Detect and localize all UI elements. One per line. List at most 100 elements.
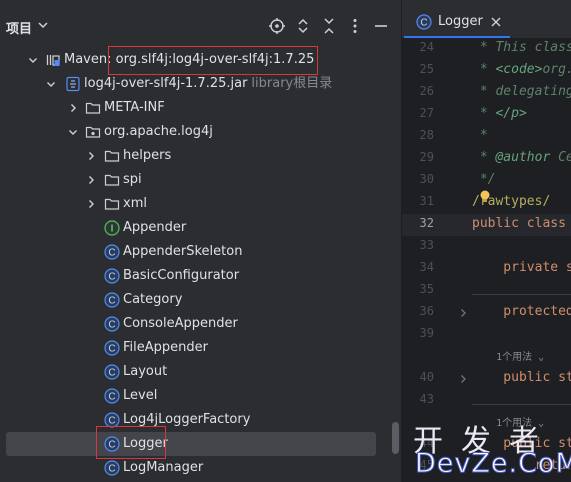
tree-item-label: spi [123, 172, 142, 187]
watermark-bottom: DevZe.CoM [415, 448, 571, 480]
editor-tab-bar: C Logger [402, 0, 571, 38]
code-line[interactable]: 36 protected [402, 302, 571, 324]
method-separator [472, 404, 571, 405]
code-line[interactable]: 28 * [402, 126, 571, 148]
tree-item[interactable]: log4j-over-slf4j-1.7.25.jar library根目录 [0, 72, 394, 96]
code-line[interactable]: 40 public st [402, 368, 571, 390]
svg-text:C: C [108, 296, 115, 307]
line-number: 28 [419, 128, 434, 142]
code-text: * delegating [472, 84, 571, 99]
project-tool-window: 项目 Maven: org.slf4j:log4j-over-slf4j:1.7… [0, 0, 401, 482]
svg-text:C: C [108, 344, 115, 355]
expand-all-icon[interactable] [294, 17, 312, 35]
code-line[interactable]: 26 * delegating [402, 82, 571, 104]
class-icon: C [104, 316, 120, 332]
class-icon: C [104, 292, 120, 308]
code-text: * [472, 128, 488, 143]
locate-icon[interactable] [268, 17, 286, 35]
chevron-down-icon[interactable] [45, 78, 57, 90]
chevron-down-icon[interactable] [27, 54, 39, 66]
close-icon[interactable] [490, 16, 502, 28]
tree-item[interactable]: META-INF [0, 96, 394, 120]
tree-item-label: FileAppender [123, 340, 208, 355]
code-text: 1个用法 ⌄ [472, 352, 545, 363]
class-icon: C [104, 244, 120, 260]
class-icon: C [104, 340, 120, 356]
class-icon: C [104, 364, 120, 380]
code-line[interactable]: 24 * This class [402, 38, 571, 60]
line-number: 40 [419, 370, 434, 384]
code-text: * This class [472, 40, 571, 55]
chevron-right-icon[interactable] [67, 102, 79, 114]
lightbulb-icon[interactable] [479, 190, 491, 204]
tree-item[interactable]: C Category [0, 288, 394, 312]
chevron-right-icon[interactable] [85, 150, 97, 162]
tree-item-label: Layout [123, 364, 168, 379]
tab-logger[interactable]: C Logger [404, 6, 510, 38]
class-icon: C [416, 14, 432, 30]
line-number: 35 [419, 282, 434, 296]
code-line[interactable]: 43 [402, 390, 571, 412]
code-line[interactable]: 32 public class [402, 214, 571, 236]
more-options-icon[interactable] [346, 17, 364, 35]
tree-item-label: Appender [123, 220, 187, 235]
fold-chevron-icon[interactable] [458, 308, 468, 318]
chevron-down-icon[interactable] [67, 126, 79, 138]
tree-scrollbar[interactable] [392, 422, 399, 454]
code-line[interactable]: 35 [402, 280, 571, 302]
code-line[interactable]: 29 * @author Ce [402, 148, 571, 170]
code-line[interactable]: 27 * </p> [402, 104, 571, 126]
project-title[interactable]: 项目 [6, 18, 32, 37]
svg-text:C: C [108, 368, 115, 379]
line-number: 30 [419, 172, 434, 186]
fold-chevron-icon[interactable] [458, 374, 468, 384]
tree-item[interactable]: C Log4jLoggerFactory [0, 408, 394, 432]
code-editor: C Logger 24 * This class 25 * <code>org. 2… [402, 0, 571, 482]
tree-item-label: Level [123, 388, 158, 403]
tree-item[interactable]: C Layout [0, 360, 394, 384]
library-icon [46, 55, 60, 66]
tree-item-label: BasicConfigurator [123, 268, 240, 283]
svg-text:C: C [108, 464, 115, 475]
tree-item-label: ConsoleAppender [123, 316, 238, 331]
code-line[interactable]: 1个用法 ⌄ [402, 346, 571, 368]
line-number: 43 [419, 392, 434, 406]
tree-item[interactable]: C LogManager [0, 456, 394, 480]
collapse-all-icon[interactable] [320, 17, 338, 35]
code-text: public class [472, 216, 566, 231]
tree-item[interactable]: xml [0, 192, 394, 216]
folder-icon [104, 150, 120, 162]
tree-item[interactable]: C AppenderSkeleton [0, 240, 394, 264]
tree-item[interactable]: I Appender [0, 216, 394, 240]
tree-item[interactable]: C ConsoleAppender [0, 312, 394, 336]
tree-item[interactable]: C Logger [0, 432, 394, 456]
tree-item-label: Category [123, 292, 183, 307]
chevron-down-icon[interactable] [37, 18, 49, 32]
tree-item-label: xml [123, 196, 147, 211]
code-line[interactable]: 30 */ [402, 170, 571, 192]
tree-item[interactable]: C FileAppender [0, 336, 394, 360]
tree-item-label: AppenderSkeleton [123, 244, 243, 259]
line-number: 36 [419, 304, 434, 318]
code-text: * </p> [472, 106, 527, 121]
code-line[interactable]: 34 private s [402, 258, 571, 280]
jar-icon [66, 76, 80, 92]
minimize-icon[interactable] [372, 17, 390, 35]
svg-text:I: I [111, 224, 114, 235]
tree-item[interactable]: helpers [0, 144, 394, 168]
code-line[interactable]: 39 [402, 324, 571, 346]
tree-item-label: helpers [123, 148, 172, 163]
code-line[interactable]: 33 [402, 236, 571, 258]
line-number: 33 [419, 238, 434, 252]
tree-item[interactable]: org.apache.log4j [0, 120, 394, 144]
tree-item[interactable]: C Level [0, 384, 394, 408]
tree-item[interactable]: C BasicConfigurator [0, 264, 394, 288]
chevron-right-icon[interactable] [85, 198, 97, 210]
code-line[interactable]: 25 * <code>org. [402, 60, 571, 82]
selection-highlight [6, 432, 376, 456]
highlight-box-logger [96, 426, 166, 459]
code-text: * <code>org. [472, 62, 571, 77]
line-number: 32 [419, 216, 434, 230]
tree-item[interactable]: spi [0, 168, 394, 192]
chevron-right-icon[interactable] [85, 174, 97, 186]
